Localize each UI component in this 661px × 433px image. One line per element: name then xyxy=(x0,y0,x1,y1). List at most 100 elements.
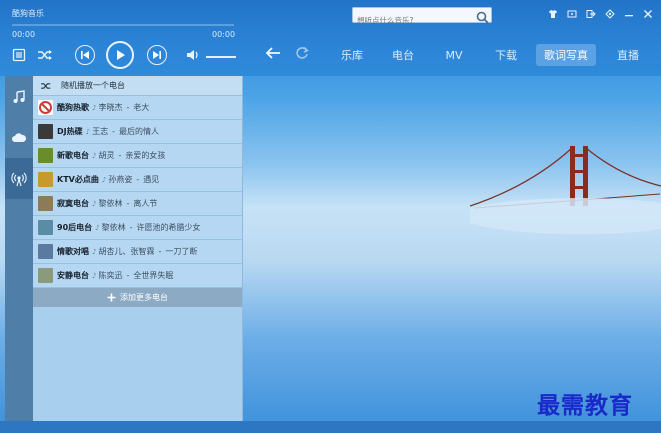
station-row[interactable]: 情歌对唱 ♪ 胡杏儿、张智霖 - 一刀了断 xyxy=(33,240,242,264)
search-input[interactable] xyxy=(353,14,476,27)
separator-dash: - xyxy=(158,247,162,256)
separator-dash: - xyxy=(112,127,115,136)
refresh-button[interactable] xyxy=(295,46,309,64)
search-box[interactable] xyxy=(352,7,492,27)
plus-icon xyxy=(107,293,116,302)
sidebar-item-radio[interactable] xyxy=(5,158,33,199)
lonely-thumb-icon xyxy=(38,196,53,211)
message-icon xyxy=(567,10,577,18)
station-row[interactable]: DJ热碟 ♪ 王志 - 最后的情人 xyxy=(33,120,242,144)
station-song: 离人节 xyxy=(133,199,158,208)
station-artist: 黎依林 xyxy=(101,223,126,232)
minimize-icon xyxy=(625,15,633,17)
mini-mode-button[interactable] xyxy=(12,48,26,62)
station-name: 新歌电台 xyxy=(57,151,89,160)
close-icon xyxy=(644,10,652,18)
music-note-icon: ♪ xyxy=(85,127,91,136)
dj-thumb-icon xyxy=(38,124,53,139)
station-row[interactable]: 寂寞电台 ♪ 黎依林 - 离人节 xyxy=(33,192,242,216)
music-note-icon: ♪ xyxy=(92,199,97,208)
music-note-icon xyxy=(13,89,25,103)
cloud-icon xyxy=(12,132,27,142)
tab-lyrics-photo[interactable]: 歌词写真 xyxy=(536,44,596,66)
quiet-thumb-icon xyxy=(38,268,53,283)
music-note-icon: ♪ xyxy=(92,151,97,160)
volume-slider[interactable] xyxy=(206,56,236,58)
station-artist: 黎依林 xyxy=(98,199,123,208)
time-current: 00:00 xyxy=(12,30,36,39)
tab-library[interactable]: 乐库 xyxy=(332,44,372,66)
app-window: 酷狗音乐 00:00 00:00 想听点什么音乐? 乐库 电台 MV 下载 歌词… xyxy=(0,0,661,433)
station-song: 许愿池的希腊少女 xyxy=(136,223,201,232)
station-name: DJ热碟 xyxy=(57,127,83,136)
station-song: 遇见 xyxy=(143,175,160,184)
tab-live[interactable]: 直播 xyxy=(608,44,648,66)
bottom-status-bar xyxy=(0,421,661,433)
tshirt-icon xyxy=(549,10,557,18)
login-button[interactable] xyxy=(586,9,596,22)
golden-gate-bridge-image xyxy=(470,146,661,234)
progress-bar[interactable] xyxy=(12,24,234,26)
station-row[interactable]: KTV必点曲 ♪ 孙燕姿 - 遇见 xyxy=(33,168,242,192)
station-artist: 胡灵 xyxy=(98,151,115,160)
tab-mv[interactable]: MV xyxy=(434,46,474,65)
music-note-icon: ♪ xyxy=(95,223,100,232)
left-sidebar xyxy=(5,76,33,421)
random-radio-label: 随机播放一个电台 xyxy=(61,81,125,90)
close-button[interactable] xyxy=(643,9,653,22)
message-button[interactable] xyxy=(567,9,577,22)
next-button[interactable] xyxy=(147,45,167,65)
separator-dash: - xyxy=(126,199,130,208)
station-artist: 孙燕姿 xyxy=(108,175,133,184)
station-name: 酷狗热歌 xyxy=(57,103,89,112)
station-name: 90后电台 xyxy=(57,223,93,232)
tab-download[interactable]: 下载 xyxy=(484,44,528,66)
station-row[interactable]: 90后电台 ♪ 黎依林 - 许愿池的希腊少女 xyxy=(33,216,242,240)
window-controls xyxy=(548,9,653,22)
station-artist: 陈奕迅 xyxy=(98,271,123,280)
station-row[interactable]: 安静电台 ♪ 陈奕迅 - 全世界失眠 xyxy=(33,264,242,288)
tab-radio[interactable]: 电台 xyxy=(378,44,428,66)
nineties-thumb-icon xyxy=(38,220,53,235)
play-icon xyxy=(117,50,125,60)
station-row[interactable]: 新歌电台 ♪ 胡灵 - 亲爱的女孩 xyxy=(33,144,242,168)
add-more-stations-button[interactable]: 添加更多电台 xyxy=(33,288,242,307)
separator-dash: - xyxy=(129,223,133,232)
station-artist: 王志 xyxy=(92,127,109,136)
separator-dash: - xyxy=(126,103,130,112)
station-song: 全世界失眠 xyxy=(133,271,174,280)
volume-button[interactable] xyxy=(186,49,200,61)
main-nav: 乐库 电台 MV 下载 歌词写真 直播 xyxy=(332,44,648,66)
search-icon xyxy=(476,11,489,24)
sidebar-item-music[interactable] xyxy=(5,76,33,117)
music-note-icon: ♪ xyxy=(92,247,97,256)
search-button[interactable] xyxy=(476,9,489,28)
settings-button[interactable] xyxy=(605,9,615,22)
previous-button[interactable] xyxy=(75,45,95,65)
station-song: 老大 xyxy=(133,103,150,112)
login-icon xyxy=(586,10,596,18)
skin-button[interactable] xyxy=(548,9,558,22)
separator-dash: - xyxy=(136,175,140,184)
music-note-icon: ♪ xyxy=(101,175,107,184)
station-list: 酷狗热歌 ♪ 李晓杰 - 老大 DJ热碟 ♪ 王志 - 最后的情人 新歌电台 ♪ 胡灵 - 亲爱的女孩 KTV… xyxy=(33,96,242,288)
mini-mode-icon xyxy=(12,48,26,62)
new-song-thumb-icon xyxy=(38,148,53,163)
minimize-button[interactable] xyxy=(624,9,634,22)
station-artist: 胡杏儿、张智霖 xyxy=(98,247,155,256)
duet-thumb-icon xyxy=(38,244,53,259)
loop-mode-button[interactable] xyxy=(37,48,53,62)
sidebar-item-cloud[interactable] xyxy=(5,117,33,158)
random-radio-button[interactable]: 随机播放一个电台 xyxy=(33,76,242,96)
station-name: 情歌对唱 xyxy=(57,247,89,256)
station-name: KTV必点曲 xyxy=(57,175,99,184)
top-bar: 酷狗音乐 00:00 00:00 想听点什么音乐? 乐库 电台 MV 下载 歌词… xyxy=(0,0,661,76)
separator-dash: - xyxy=(126,271,130,280)
diamond-settings-icon xyxy=(605,9,615,19)
station-row[interactable]: 酷狗热歌 ♪ 李晓杰 - 老大 xyxy=(33,96,242,120)
shuffle-icon xyxy=(38,50,52,60)
play-button[interactable] xyxy=(106,41,134,69)
back-button[interactable] xyxy=(265,46,281,64)
previous-icon xyxy=(81,51,89,59)
refresh-icon xyxy=(296,46,309,59)
